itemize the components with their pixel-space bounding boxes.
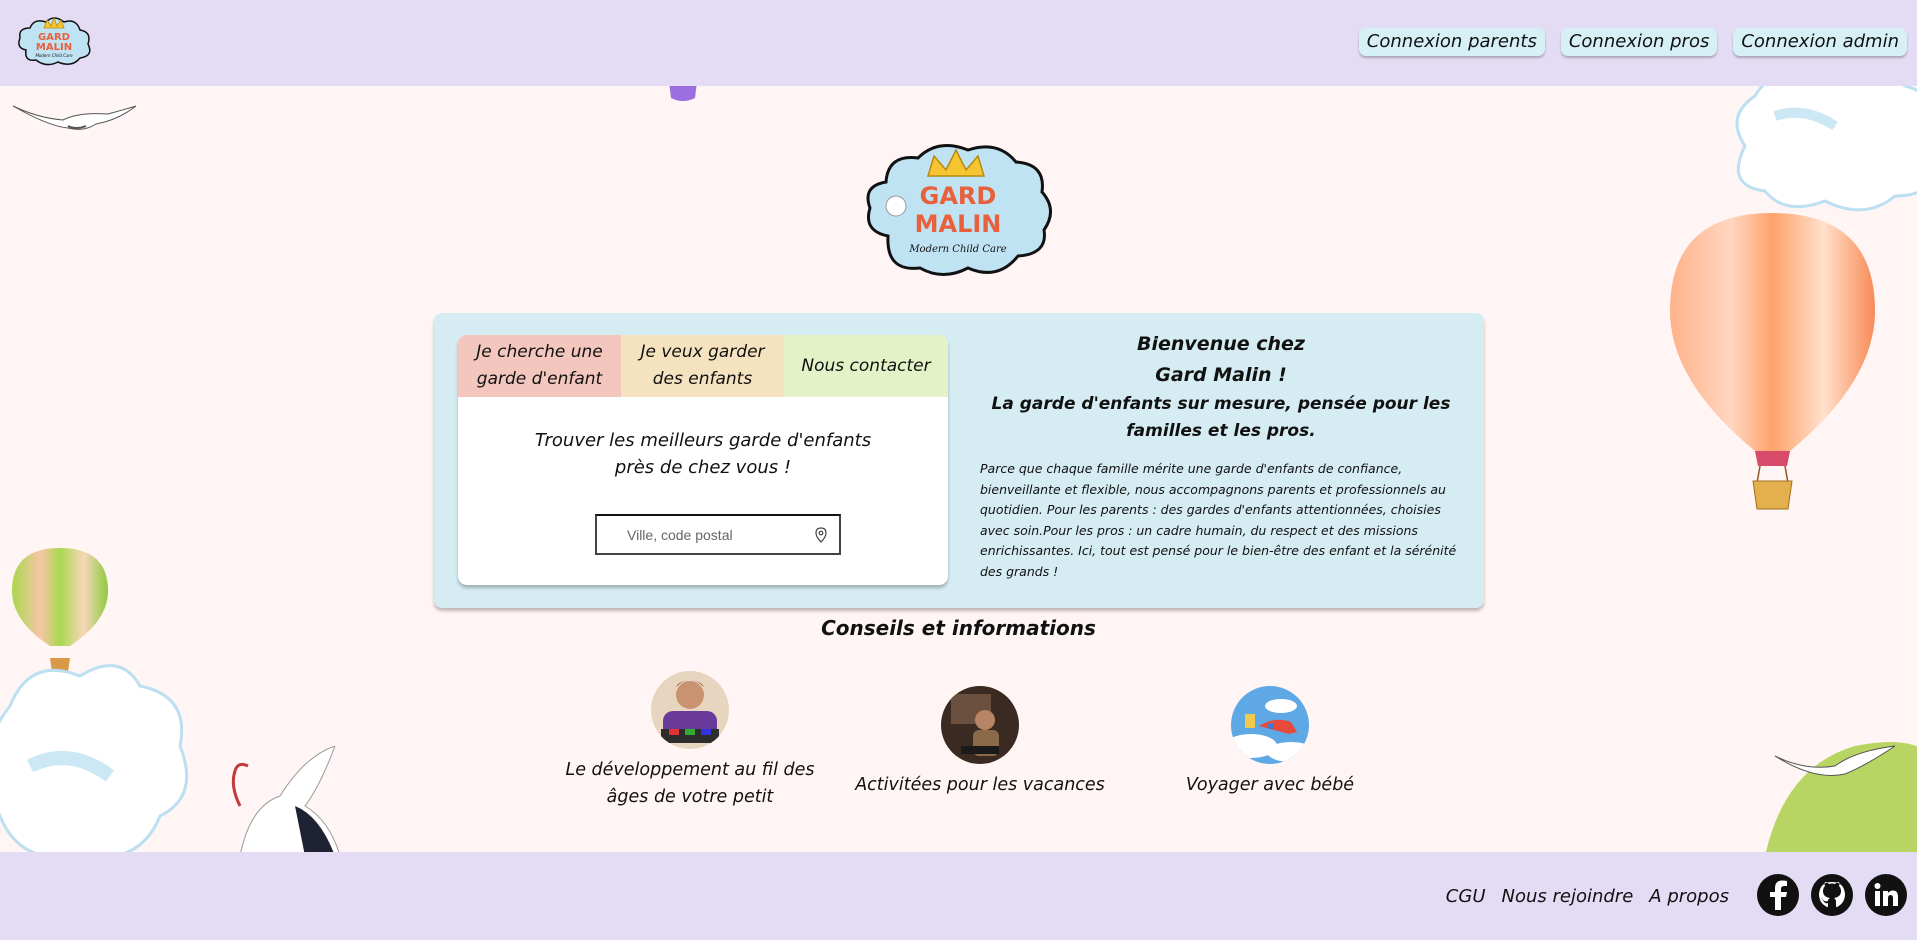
child-photo (651, 671, 729, 749)
search-tabs: Je cherche une garde d'enfant Je veux gar… (458, 335, 948, 585)
join-link[interactable]: Nous rejoindre (1502, 886, 1634, 907)
login-parents-button[interactable]: Connexion parents (1358, 28, 1545, 56)
tab-become-sitter[interactable]: Je veux garder des enfants (621, 335, 784, 397)
login-pros-button[interactable]: Connexion pros (1560, 28, 1718, 56)
footer-links: CGU Nous rejoindre A propos (1446, 886, 1729, 907)
tab-label: Je cherche une (476, 342, 603, 362)
tab-label: Je veux garder (640, 342, 765, 362)
svg-text:Modern Child Care: Modern Child Care (35, 53, 73, 58)
welcome-subtitle: La garde d'enfants sur mesure, pensée po… (991, 394, 1451, 441)
cloud-icon (1735, 86, 1917, 212)
child-photo (941, 686, 1019, 764)
linkedin-icon[interactable] (1865, 874, 1907, 916)
cgu-link[interactable]: CGU (1446, 886, 1486, 907)
svg-text:GARD: GARD (920, 182, 997, 210)
tab-label: Nous contacter (801, 355, 931, 376)
seagull-icon (12, 105, 137, 130)
travel-illustration (1231, 686, 1309, 764)
social-links (1757, 874, 1907, 916)
welcome-section: Bienvenue chez Gard Malin ! La garde d'en… (980, 329, 1462, 582)
stork-icon (231, 746, 340, 852)
tab-contact[interactable]: Nous contacter (784, 335, 948, 397)
gard-malin-logo-icon: GARD MALIN Modern Child Care (866, 144, 1052, 276)
tip-label: Le développement au fil des âges de votre… (565, 760, 815, 807)
welcome-title: Bienvenue chez Gard Malin ! (1137, 333, 1305, 386)
tip-card-travel[interactable]: Voyager avec bébé (1130, 686, 1410, 799)
github-icon[interactable] (1811, 874, 1853, 916)
gard-malin-logo-icon[interactable]: GARD MALIN Modern Child Care (14, 10, 94, 70)
panel-title: Trouver les meilleurs garde d'enfants prè… (534, 430, 872, 478)
about-link[interactable]: A propos (1649, 886, 1729, 907)
tab-find-childcare[interactable]: Je cherche une garde d'enfant (458, 335, 621, 397)
svg-text:MALIN: MALIN (915, 210, 1002, 238)
footer: CGU Nous rejoindre A propos (0, 852, 1917, 940)
facebook-icon[interactable] (1757, 874, 1799, 916)
hill-icon (1766, 742, 1917, 852)
tab-label: des enfants (652, 369, 753, 389)
location-search (595, 514, 841, 555)
location-search-input[interactable] (597, 516, 807, 553)
cloud-icon (0, 664, 189, 852)
section-title: Conseils et informations (821, 616, 1096, 640)
tip-card-activities[interactable]: Activitées pour les vacances (840, 686, 1120, 799)
crayon-icon (669, 86, 697, 101)
intro-card: Je cherche une garde d'enfant Je veux gar… (434, 313, 1484, 608)
tip-card-development[interactable]: Le développement au fil des âges de votre… (550, 671, 830, 811)
main-area: GARD MALIN Modern Child Care Je cherche … (0, 86, 1917, 852)
login-admin-button[interactable]: Connexion admin (1733, 28, 1907, 56)
tip-label: Voyager avec bébé (1185, 775, 1355, 795)
header: GARD MALIN Modern Child Care Connexion p… (0, 0, 1917, 86)
svg-text:MALIN: MALIN (36, 42, 72, 53)
svg-text:Modern Child Care: Modern Child Care (908, 244, 1006, 255)
hot-air-balloon-icon (1670, 213, 1875, 510)
tab-label: garde d'enfant (476, 369, 603, 389)
tip-label: Activitées pour les vacances (855, 775, 1105, 795)
welcome-description: Parce que chaque famille mérite une gard… (980, 461, 1457, 579)
location-pin-icon[interactable] (815, 527, 827, 543)
main-nav: Connexion parents Connexion pros Connexi… (1358, 28, 1907, 56)
